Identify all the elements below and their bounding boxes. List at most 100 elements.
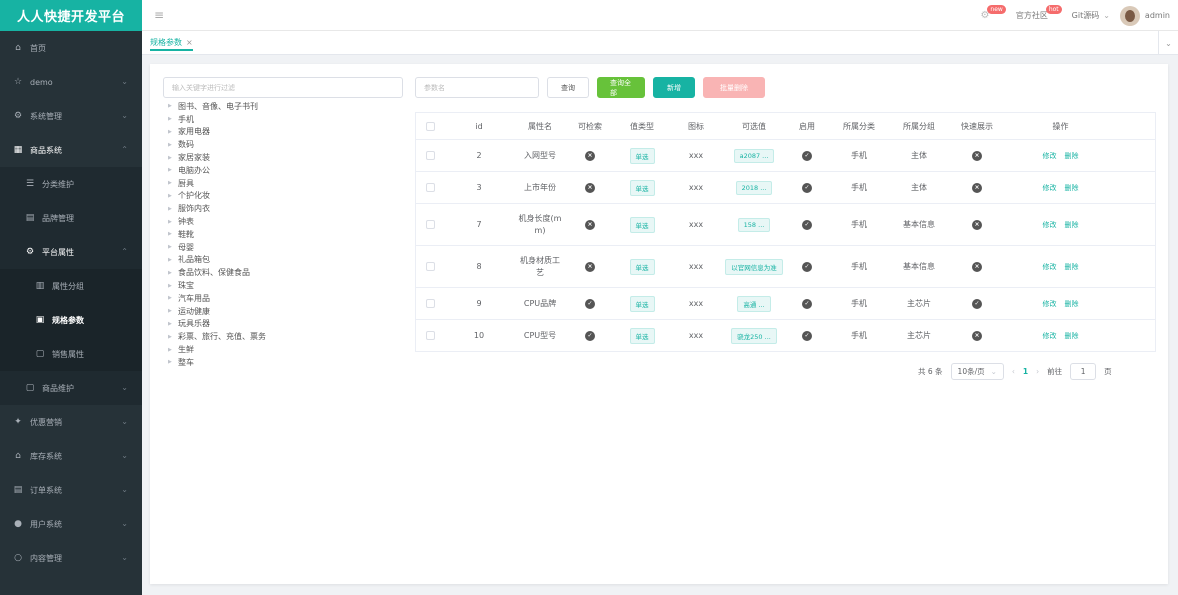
tab-spec-params[interactable]: 规格参数 × — [150, 36, 193, 51]
tree-node[interactable]: ▶ 数码 — [168, 138, 408, 151]
row-checkbox[interactable] — [416, 151, 444, 160]
settings-link[interactable]: ⚙ new — [980, 5, 1006, 21]
tree-node[interactable]: ▶ 整车 — [168, 356, 408, 369]
tree-node[interactable]: ▶ 家用电器 — [168, 126, 408, 139]
community-link[interactable]: 官方社区 hot — [1016, 5, 1062, 21]
tree-node[interactable]: ▶ 礼品箱包 — [168, 254, 408, 267]
git-dropdown[interactable]: Git源码 ⌄ — [1072, 10, 1110, 21]
edit-link[interactable]: 修改 — [1043, 262, 1057, 272]
edit-link[interactable]: 修改 — [1043, 151, 1057, 161]
tree-node[interactable]: ▶ 食品饮料、保健食品 — [168, 266, 408, 279]
app-logo[interactable]: 人人快捷开发平台 — [0, 0, 142, 31]
settings-icon: ⚙ — [25, 247, 35, 257]
edit-link[interactable]: 修改 — [1043, 331, 1057, 341]
icon-cell: xxx — [670, 220, 722, 229]
sidebar-item[interactable]: ⚙ 平台属性 ⌃ — [0, 235, 142, 269]
row-checkbox[interactable] — [416, 183, 444, 192]
row-checkbox[interactable] — [416, 262, 444, 271]
close-icon[interactable]: × — [186, 38, 193, 47]
delete-link[interactable]: 删除 — [1065, 151, 1079, 161]
tree-node[interactable]: ▶ 钟表 — [168, 215, 408, 228]
tree-node[interactable]: ▶ 电脑办公 — [168, 164, 408, 177]
attr-name: 上市年份 — [524, 182, 556, 192]
sidebar-item[interactable]: ▦ 商品系统 ⌃ — [0, 133, 142, 167]
caret-right-icon: ▶ — [168, 256, 172, 263]
params-table: id 属性名 可检索 值类型 图标 可选值 启用 所属分类 所属分组 快速展示 操作 2 入网型号 × 单… — [415, 112, 1156, 352]
page-size-select[interactable]: 10条/页 ⌄ — [950, 363, 1004, 380]
select-all-checkbox[interactable] — [416, 121, 444, 131]
sidebar-item[interactable]: ▢ 商品维护 ⌄ — [0, 371, 142, 405]
chevron-down-icon[interactable]: ⌄ — [1158, 31, 1178, 55]
query-all-button[interactable]: 查询全部 — [597, 77, 645, 98]
edit-link[interactable]: 修改 — [1043, 183, 1057, 193]
tree-node[interactable]: ▶ 汽车用品 — [168, 292, 408, 305]
delete-link[interactable]: 删除 — [1065, 299, 1079, 309]
sidebar-item[interactable]: ● 用户系统 ⌄ — [0, 507, 142, 541]
prev-page-icon[interactable]: ‹ — [1012, 367, 1015, 376]
delete-link[interactable]: 删除 — [1065, 262, 1079, 272]
tree-node[interactable]: ▶ 厨具 — [168, 177, 408, 190]
category-value: 手机 — [851, 151, 867, 160]
next-page-icon[interactable]: › — [1036, 367, 1039, 376]
tree-node[interactable]: ▶ 珠宝 — [168, 279, 408, 292]
tree-node[interactable]: ▶ 图书、音像、电子书刊 — [168, 100, 408, 113]
tree-node[interactable]: ▶ 手机 — [168, 113, 408, 126]
row-checkbox[interactable] — [416, 220, 444, 229]
hamburger-icon[interactable]: ≡ — [154, 8, 164, 22]
row-id: 9 — [476, 299, 482, 308]
values-cell[interactable]: 高通 ... — [722, 295, 786, 312]
id-cell: 7 — [444, 220, 514, 229]
tree-node[interactable]: ▶ 生鲜 — [168, 343, 408, 356]
sidebar-item[interactable]: ▢ 销售属性 — [0, 337, 142, 371]
avatar — [1119, 5, 1140, 26]
tree-node[interactable]: ▶ 玩具乐器 — [168, 318, 408, 331]
sidebar-item[interactable]: ▤ 订单系统 ⌄ — [0, 473, 142, 507]
tree-node[interactable]: ▶ 运动健康 — [168, 305, 408, 318]
value-type-cell: 单选 — [614, 179, 670, 196]
add-button[interactable]: 新增 — [653, 77, 695, 98]
tree-node[interactable]: ▶ 彩票、旅行、充值、票务 — [168, 330, 408, 343]
tree-node[interactable]: ▶ 鞋靴 — [168, 228, 408, 241]
brand-icon: ▤ — [25, 213, 35, 223]
sidebar-item[interactable]: ▥ 属性分组 — [0, 269, 142, 303]
tree-node[interactable]: ▶ 服饰内衣 — [168, 202, 408, 215]
values-cell[interactable]: 骁龙250 ... — [722, 327, 786, 344]
searchable-cell: × — [566, 261, 614, 272]
sidebar-item[interactable]: ☆ demo ⌄ — [0, 65, 142, 99]
query-button[interactable]: 查询 — [547, 77, 589, 98]
pager-total: 共 6 条 — [918, 367, 943, 376]
tree-node[interactable]: ▶ 个护化妆 — [168, 190, 408, 203]
name-cell: CPU品牌 — [514, 298, 566, 310]
edit-link[interactable]: 修改 — [1043, 220, 1057, 230]
user-menu[interactable]: admin — [1119, 5, 1170, 26]
values-cell[interactable]: a2087 ... — [722, 148, 786, 163]
tree-node[interactable]: ▶ 家居家装 — [168, 151, 408, 164]
values-cell[interactable]: 以官网信息为准 — [722, 258, 786, 275]
page-number[interactable]: 1 — [1023, 367, 1028, 376]
value-type-tag: 单选 — [629, 216, 655, 233]
tree-node[interactable]: ▶ 母婴 — [168, 241, 408, 254]
edit-link[interactable]: 修改 — [1043, 299, 1057, 309]
sidebar-item[interactable]: ▣ 规格参数 — [0, 303, 142, 337]
delete-link[interactable]: 删除 — [1065, 220, 1079, 230]
param-name-input[interactable]: 参数名 — [415, 77, 539, 98]
sidebar-item[interactable]: ▤ 品牌管理 — [0, 201, 142, 235]
sidebar-item[interactable]: ✦ 优惠营销 ⌄ — [0, 405, 142, 439]
sidebar-item[interactable]: ○ 内容管理 ⌄ — [0, 541, 142, 575]
values-cell[interactable]: 158 ... — [722, 217, 786, 232]
delete-link[interactable]: 删除 — [1065, 331, 1079, 341]
sidebar-item[interactable]: ☰ 分类维护 — [0, 167, 142, 201]
chart-icon: ▥ — [35, 281, 45, 291]
sidebar-item[interactable]: ⌂ 首页 — [0, 31, 142, 65]
grid-icon: ▦ — [13, 145, 23, 155]
row-checkbox[interactable] — [416, 331, 444, 340]
batch-delete-button[interactable]: 批量删除 — [703, 77, 765, 98]
sidebar-item[interactable]: ⚙ 系统管理 ⌄ — [0, 99, 142, 133]
tree-filter-input[interactable]: 输入关键字进行过滤 — [163, 77, 403, 98]
row-checkbox[interactable] — [416, 299, 444, 308]
table-row: 8 机身材质工艺 × 单选 xxx 以官网信息为准 ✓ 手机 基本信息 × 修改 删除 — [416, 246, 1155, 288]
goto-page-input[interactable]: 1 — [1070, 363, 1097, 380]
values-cell[interactable]: 2018 ... — [722, 180, 786, 195]
delete-link[interactable]: 删除 — [1065, 183, 1079, 193]
sidebar-item[interactable]: ⌂ 库存系统 ⌄ — [0, 439, 142, 473]
